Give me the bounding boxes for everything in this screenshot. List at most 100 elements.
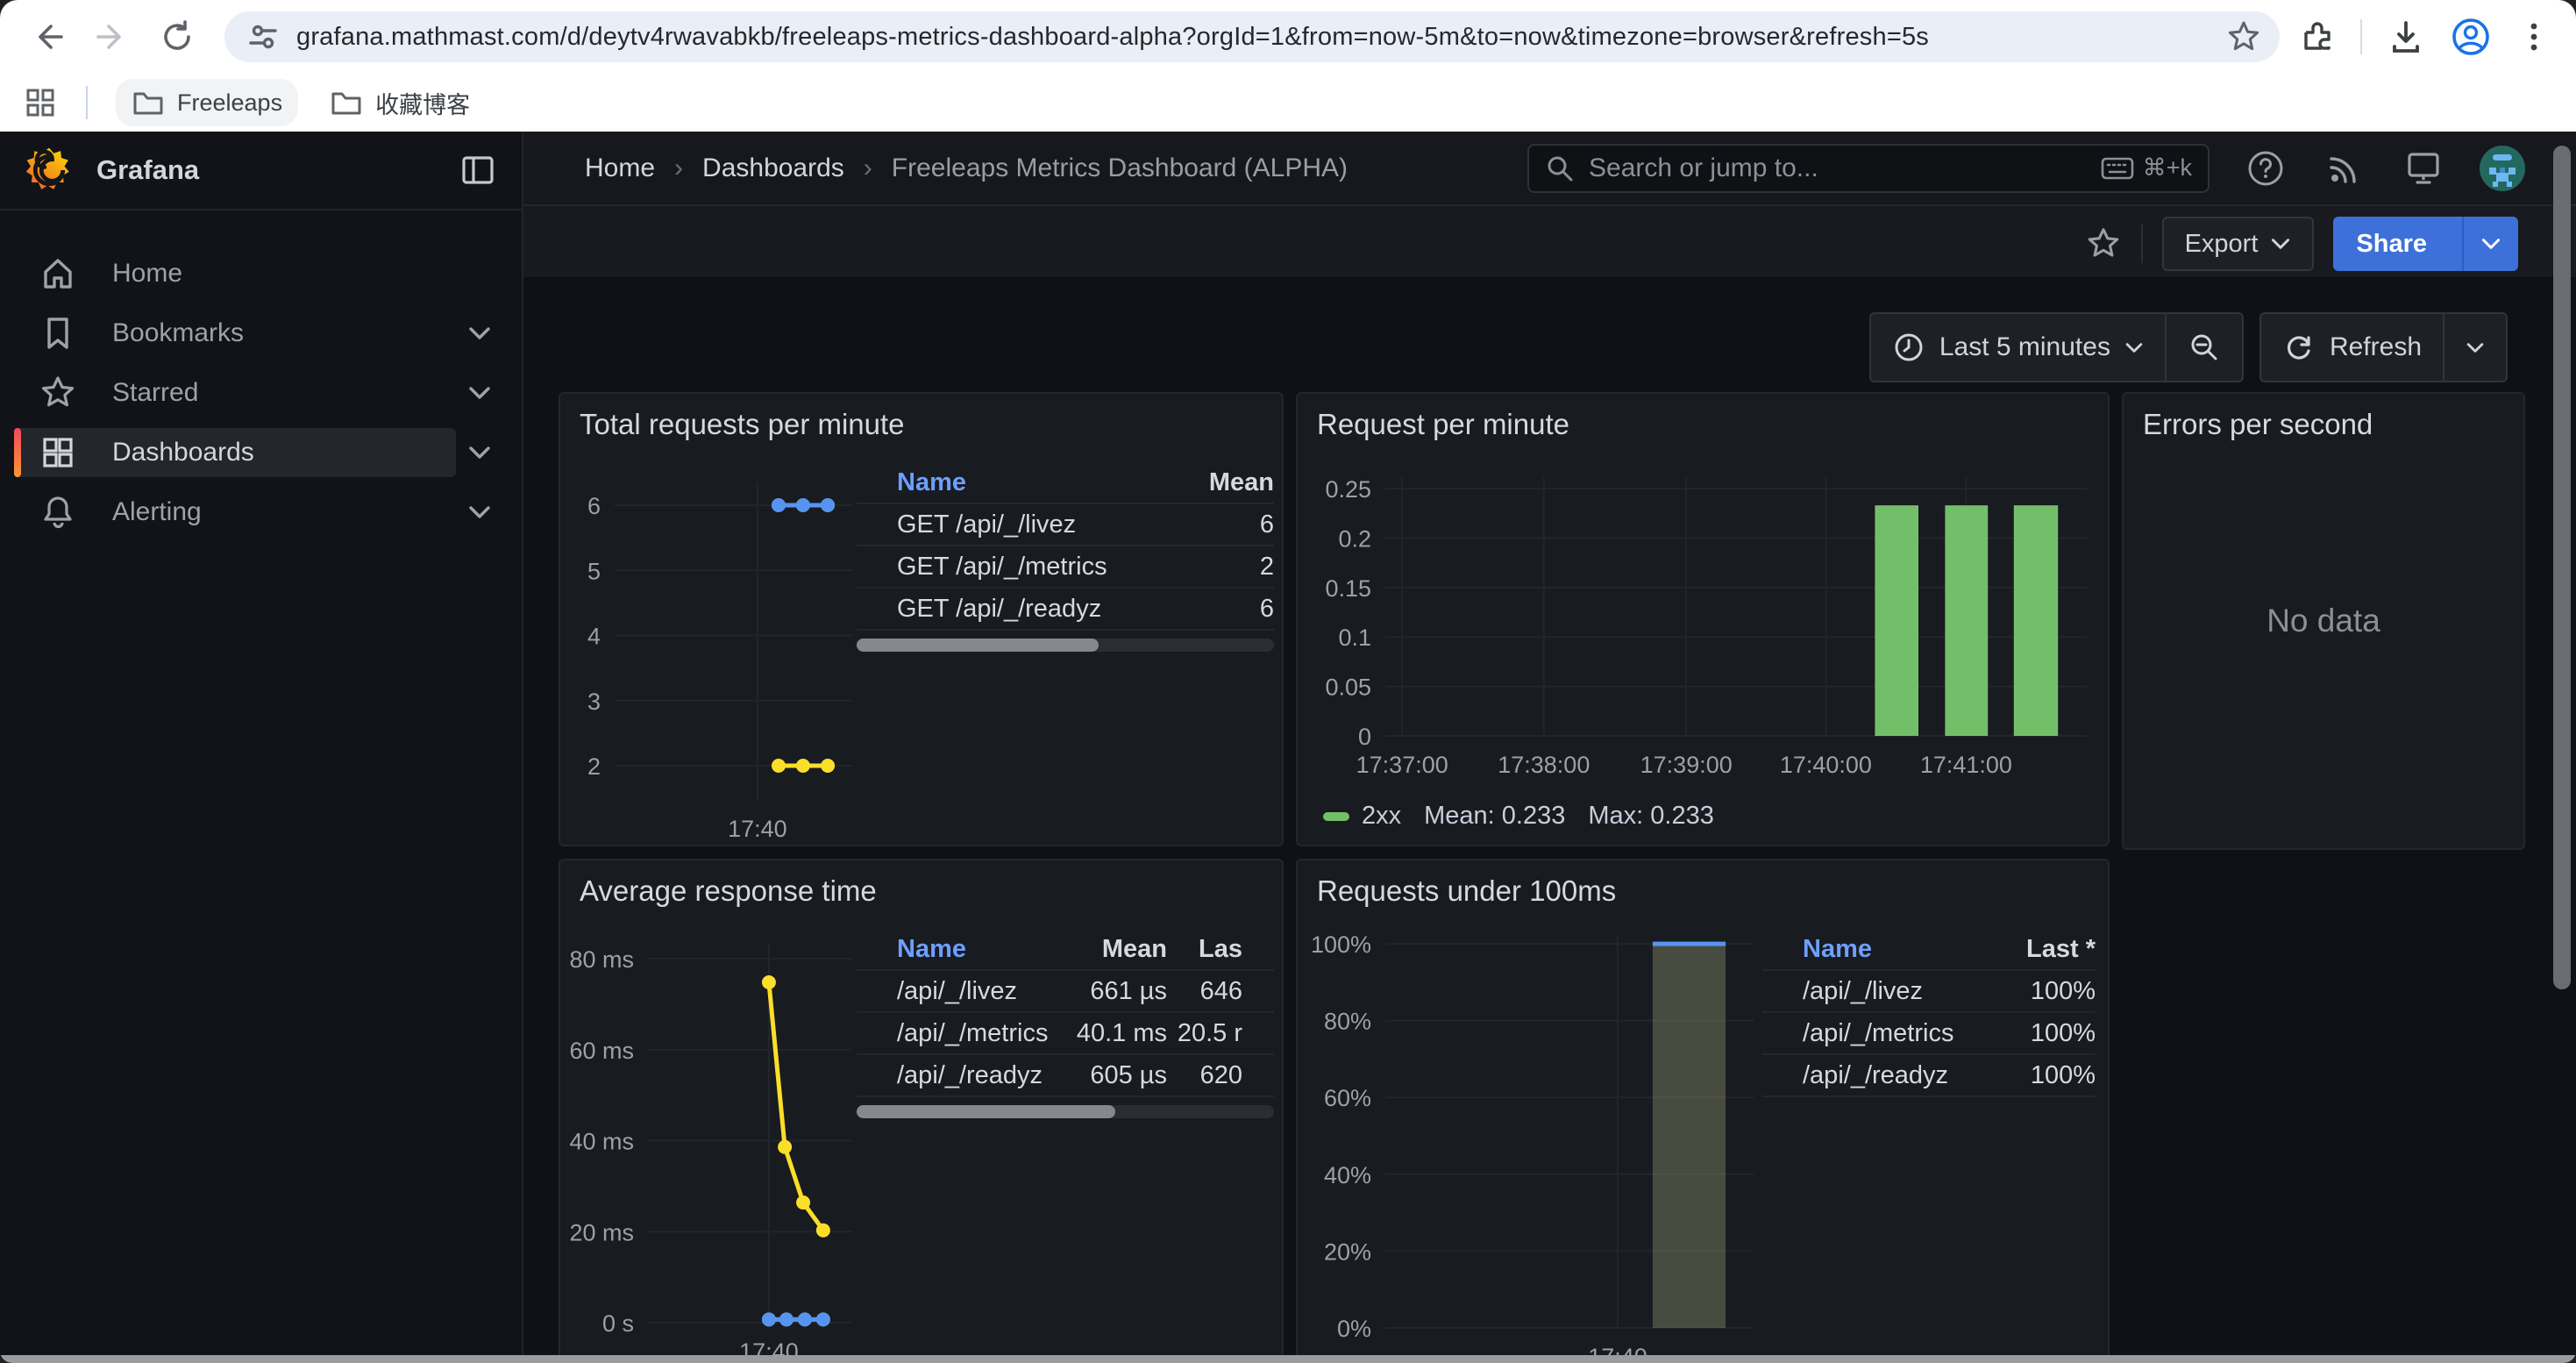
sidebar-item-label: Home bbox=[112, 259, 182, 289]
svg-text:5: 5 bbox=[587, 558, 601, 584]
help-button[interactable] bbox=[2241, 144, 2290, 193]
profile-icon[interactable] bbox=[2450, 16, 2492, 58]
legend-scrollbar[interactable] bbox=[857, 1105, 1274, 1118]
sidebar: Grafana Home Bookmarks bbox=[0, 132, 523, 1363]
legend-header: Name Mean bbox=[857, 462, 1274, 504]
legend-scrollbar[interactable] bbox=[857, 639, 1274, 652]
time-range-picker[interactable]: Last 5 minutes bbox=[1871, 314, 2165, 381]
legend-row[interactable]: GET /api/_/readyz 6 bbox=[857, 589, 1274, 631]
bookmark-icon bbox=[39, 314, 77, 353]
share-menu-button[interactable] bbox=[2462, 217, 2518, 271]
time-range-label: Last 5 minutes bbox=[1939, 332, 2110, 362]
expand-chevron-icon[interactable] bbox=[460, 493, 499, 532]
legend-row[interactable]: /api/_/metrics 100% bbox=[1762, 1013, 2096, 1055]
svg-text:17:41:00: 17:41:00 bbox=[1920, 752, 2012, 778]
sidebar-item-dashboards[interactable]: Dashboards bbox=[14, 425, 508, 481]
share-button[interactable]: Share bbox=[2333, 217, 2518, 271]
legend-row[interactable]: /api/_/readyz 100% bbox=[1762, 1055, 2096, 1097]
legend-row[interactable]: /api/_/livez 661 µs 646 bbox=[857, 971, 1274, 1013]
request-per-minute-chart[interactable]: 0.250.20.150.10.05017:37:0017:38:0017:39… bbox=[1298, 394, 2110, 846]
refresh-group: Refresh bbox=[2259, 312, 2508, 382]
site-settings-icon bbox=[246, 19, 281, 54]
chevron-down-icon bbox=[2124, 341, 2144, 354]
sidebar-item-alerting[interactable]: Alerting bbox=[14, 484, 508, 540]
folder-icon bbox=[132, 86, 165, 119]
kiosk-mode-button[interactable] bbox=[2399, 144, 2448, 193]
share-label[interactable]: Share bbox=[2333, 217, 2450, 271]
legend-item-2xx[interactable]: 2xx bbox=[1323, 802, 1401, 831]
search-input[interactable]: Search or jump to... ⌘+k bbox=[1527, 144, 2210, 193]
expand-chevron-icon[interactable] bbox=[460, 314, 499, 353]
sidebar-nav: Home Bookmarks Starred bbox=[0, 211, 522, 540]
expand-chevron-icon[interactable] bbox=[460, 374, 499, 412]
legend-table: Name Last * /api/_/livez 100% /api/_/met… bbox=[1762, 929, 2096, 1097]
legend-col-name[interactable]: Name bbox=[1803, 935, 1999, 964]
browser-window: grafana.mathmast.com/d/deytv4rwavabkb/fr… bbox=[0, 0, 2576, 1363]
legend-row[interactable]: /api/_/livez 100% bbox=[1762, 971, 2096, 1013]
breadcrumb-home[interactable]: Home bbox=[585, 153, 655, 183]
panel-average-response-time: Average response time 80 ms60 ms40 ms20 … bbox=[559, 859, 1284, 1363]
extensions-icon[interactable] bbox=[2299, 18, 2336, 55]
bookmark-folder-blogs[interactable]: 收藏博客 bbox=[314, 79, 486, 127]
chevron-down-icon bbox=[2480, 237, 2501, 251]
legend-row[interactable]: /api/_/metrics 40.1 ms 20.5 r bbox=[857, 1013, 1274, 1055]
sidebar-item-starred[interactable]: Starred bbox=[14, 365, 508, 421]
legend-row[interactable]: /api/_/readyz 605 µs 620 bbox=[857, 1055, 1274, 1097]
bookmark-label: 收藏博客 bbox=[375, 86, 470, 120]
page-scrollbar-thumb[interactable] bbox=[2553, 146, 2571, 989]
search-icon bbox=[1545, 153, 1575, 183]
svg-text:0: 0 bbox=[1358, 724, 1371, 750]
star-icon bbox=[39, 374, 77, 412]
legend-col-name[interactable]: Name bbox=[897, 935, 1051, 964]
legend-row[interactable]: GET /api/_/livez 6 bbox=[857, 504, 1274, 546]
svg-text:17:37:00: 17:37:00 bbox=[1356, 752, 1448, 778]
panel-total-requests: Total requests per minute 6543217:40 Nam… bbox=[559, 392, 1284, 846]
folder-icon bbox=[330, 86, 363, 119]
legend-col-name[interactable]: Name bbox=[897, 468, 1195, 497]
legend-col-last[interactable]: Last * bbox=[1999, 935, 2096, 964]
time-range-group: Last 5 minutes bbox=[1869, 312, 2244, 382]
user-avatar[interactable] bbox=[2478, 144, 2527, 193]
export-button[interactable]: Export bbox=[2162, 217, 2315, 271]
panel-requests-under-100ms: Requests under 100ms 100%80%60%40%20%0%1… bbox=[1296, 859, 2110, 1363]
bookmark-folder-freeleaps[interactable]: Freeleaps bbox=[116, 79, 298, 126]
sidebar-item-home[interactable]: Home bbox=[14, 246, 508, 302]
page-scrollbar[interactable] bbox=[2551, 132, 2572, 1363]
menu-dots-icon[interactable] bbox=[2516, 19, 2551, 54]
toolbar-separator bbox=[2360, 19, 2362, 54]
legend-row[interactable]: GET /api/_/metrics 2 bbox=[857, 546, 1274, 589]
grafana-app: Grafana Home Bookmarks bbox=[0, 132, 2576, 1363]
forward-button[interactable] bbox=[84, 9, 140, 65]
svg-text:6: 6 bbox=[587, 493, 601, 519]
avatar-image bbox=[2479, 145, 2526, 192]
back-icon bbox=[40, 26, 61, 47]
sidebar-item-label: Dashboards bbox=[112, 438, 254, 467]
reload-button[interactable] bbox=[149, 9, 205, 65]
series-color-pill bbox=[1323, 812, 1349, 821]
bookmark-star-icon[interactable] bbox=[2225, 18, 2262, 55]
breadcrumb-dashboards[interactable]: Dashboards bbox=[702, 153, 844, 183]
url-bar[interactable]: grafana.mathmast.com/d/deytv4rwavabkb/fr… bbox=[224, 11, 2280, 62]
svg-text:0.15: 0.15 bbox=[1325, 575, 1371, 602]
refresh-button[interactable]: Refresh bbox=[2261, 314, 2443, 381]
svg-text:0.25: 0.25 bbox=[1325, 476, 1371, 503]
browser-toolbar: grafana.mathmast.com/d/deytv4rwavabkb/fr… bbox=[0, 0, 2576, 74]
bookmarks-bar: Freeleaps 收藏博客 bbox=[0, 74, 2576, 132]
news-button[interactable] bbox=[2320, 144, 2369, 193]
download-icon[interactable] bbox=[2387, 18, 2425, 56]
legend-col-last[interactable]: Las bbox=[1167, 935, 1242, 964]
apps-grid-icon[interactable] bbox=[23, 85, 58, 120]
refresh-interval-button[interactable] bbox=[2444, 314, 2506, 381]
favorite-star-icon[interactable] bbox=[2085, 225, 2122, 262]
sidebar-item-bookmarks[interactable]: Bookmarks bbox=[14, 305, 508, 361]
keyboard-icon bbox=[2101, 156, 2134, 181]
grafana-logo[interactable] bbox=[25, 146, 74, 195]
legend-inline: 2xx Mean: 0.233 Max: 0.233 bbox=[1323, 802, 1714, 831]
zoom-out-button[interactable] bbox=[2167, 314, 2242, 381]
legend-col-mean[interactable]: Mean bbox=[1195, 468, 1274, 497]
expand-chevron-icon[interactable] bbox=[460, 433, 499, 472]
legend-col-mean[interactable]: Mean bbox=[1051, 935, 1167, 964]
dock-menu-toggle-icon[interactable] bbox=[459, 151, 497, 189]
dashboards-icon bbox=[39, 433, 77, 472]
back-button[interactable] bbox=[19, 9, 75, 65]
